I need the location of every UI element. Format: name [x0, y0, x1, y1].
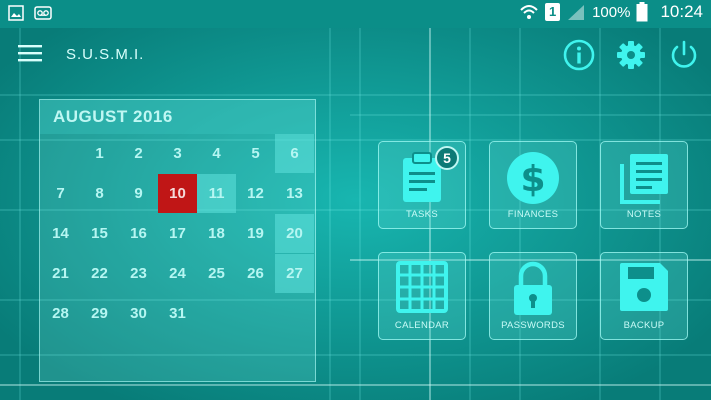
lock-icon — [514, 261, 552, 315]
power-icon — [671, 40, 697, 68]
calendar-label: CALENDAR — [394, 320, 450, 331]
calendar-day[interactable]: 13 — [275, 174, 314, 213]
calendar-day[interactable]: 17 — [158, 214, 197, 253]
calendar-month-title: AUGUST 2016 — [53, 107, 173, 126]
calendar-tile[interactable]: CALENDAR — [378, 252, 466, 340]
calendar-day[interactable]: 26 — [236, 254, 275, 293]
calendar-day[interactable]: 27 — [275, 254, 314, 293]
tasks-tile[interactable]: 5 TASKS — [378, 141, 466, 229]
notes-icon — [620, 154, 668, 204]
battery-percent: 100% — [592, 3, 631, 21]
app-title: S.U.S.M.I. — [66, 46, 145, 63]
calendar-day[interactable]: 4 — [197, 134, 236, 173]
clock: 10:24 — [660, 2, 703, 21]
calendar-day[interactable]: 21 — [41, 254, 80, 293]
calendar-day[interactable]: 19 — [236, 214, 275, 253]
status-bar: 1 100% 10:24 — [0, 0, 711, 28]
passwords-label: PASSWORDS — [501, 320, 565, 331]
tasks-label: TASKS — [406, 209, 438, 220]
info-icon — [563, 39, 595, 71]
calendar-day[interactable]: 7 — [41, 174, 80, 213]
calendar-day[interactable]: 16 — [119, 214, 158, 253]
signal-icon — [568, 5, 585, 20]
calendar-header: AUGUST 2016 — [40, 100, 315, 134]
calendar-day[interactable]: 2 — [119, 134, 158, 173]
calendar-day[interactable]: 23 — [119, 254, 158, 293]
calendar-day[interactable]: 20 — [275, 214, 314, 253]
backup-label: BACKUP — [623, 320, 665, 331]
calendar-widget: AUGUST 2016 1 2 3 4 5 6 7 8 9 10 11 12 13 14 15 16 17 18 1… — [39, 99, 316, 382]
voicemail-icon — [34, 6, 52, 20]
grid-calendar-icon — [396, 261, 448, 313]
system-status: 1 100% 10:24 — [519, 2, 703, 22]
gear-icon — [617, 41, 645, 69]
power-button[interactable] — [667, 38, 701, 72]
calendar-day[interactable]: 31 — [158, 294, 197, 333]
notes-tile[interactable]: NOTES — [600, 141, 688, 229]
calendar-day[interactable]: 12 — [236, 174, 275, 213]
passwords-tile[interactable]: PASSWORDS — [489, 252, 577, 340]
calendar-day[interactable]: 30 — [119, 294, 158, 333]
calendar-day[interactable]: 14 — [41, 214, 80, 253]
calendar-day[interactable]: 9 — [119, 174, 158, 213]
gallery-icon — [8, 5, 24, 21]
finances-label: FINANCES — [507, 209, 559, 220]
calendar-day[interactable]: 29 — [80, 294, 119, 333]
calendar-day[interactable]: 5 — [236, 134, 275, 173]
hamburger-icon — [18, 45, 42, 62]
info-button[interactable] — [562, 38, 596, 72]
calendar-day[interactable]: 22 — [80, 254, 119, 293]
calendar-day[interactable]: 15 — [80, 214, 119, 253]
calendar-day[interactable]: 1 — [80, 134, 119, 173]
dollar-coin-icon: $ — [507, 152, 559, 204]
backup-tile[interactable]: BACKUP — [600, 252, 688, 340]
battery-icon — [636, 2, 648, 22]
app-bar: S.U.S.M.I. — [0, 28, 711, 84]
sim-icon: 1 — [545, 3, 561, 21]
calendar-day[interactable]: 3 — [158, 134, 197, 173]
task-count-badge: 5 — [435, 146, 459, 170]
calendar-day[interactable]: 18 — [197, 214, 236, 253]
calendar-day[interactable]: 8 — [80, 174, 119, 213]
calendar-day[interactable]: 24 — [158, 254, 197, 293]
calendar-day[interactable]: 10 — [158, 174, 197, 213]
settings-button[interactable] — [614, 38, 648, 72]
calendar-day[interactable]: 28 — [41, 294, 80, 333]
wifi-icon — [520, 5, 538, 19]
calendar-day[interactable]: 6 — [275, 134, 314, 173]
calendar-day[interactable]: 25 — [197, 254, 236, 293]
calendar-day[interactable]: 11 — [197, 174, 236, 213]
menu-button[interactable] — [18, 44, 44, 66]
svg-text:$: $ — [520, 159, 545, 200]
notes-label: NOTES — [626, 209, 662, 220]
notification-icons — [8, 5, 52, 21]
floppy-disk-icon — [620, 263, 668, 311]
finances-tile[interactable]: $ FINANCES — [489, 141, 577, 229]
